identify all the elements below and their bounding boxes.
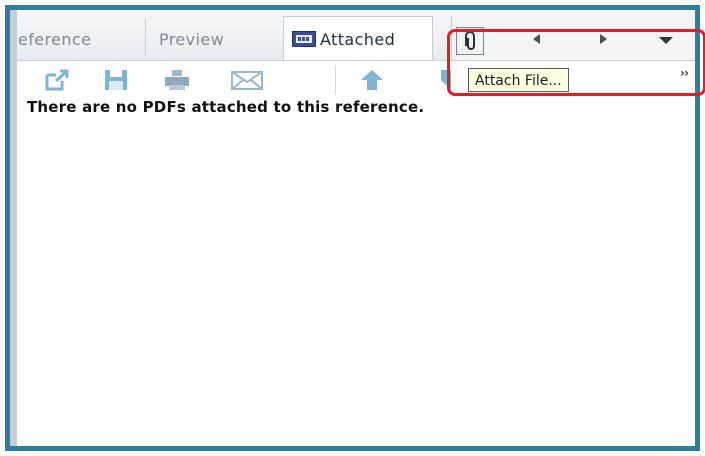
tab-preview[interactable]: Preview	[159, 21, 224, 59]
move-up-button[interactable]	[357, 67, 387, 93]
reference-panel: eference Preview Attached ›› Attach File…	[10, 10, 705, 446]
print-button[interactable]	[162, 67, 192, 93]
open-external-button[interactable]	[42, 67, 72, 93]
pdf-document-icon	[292, 31, 316, 47]
save-button[interactable]	[101, 67, 131, 93]
empty-attachments-message: There are no PDFs attached to this refer…	[27, 98, 425, 116]
toolbar-divider	[335, 65, 336, 95]
arrow-up-icon	[361, 70, 383, 90]
tab-divider	[145, 18, 146, 56]
envelope-icon	[231, 71, 263, 90]
open-external-icon	[45, 69, 69, 91]
email-button[interactable]	[229, 67, 265, 93]
floppy-disk-icon	[105, 70, 127, 90]
tab-attached[interactable]: Attached	[283, 16, 433, 60]
tab-attached-label: Attached	[320, 30, 396, 49]
highlight-annotation	[447, 29, 705, 96]
tab-reference[interactable]: eference	[18, 21, 91, 59]
printer-icon	[165, 70, 189, 90]
